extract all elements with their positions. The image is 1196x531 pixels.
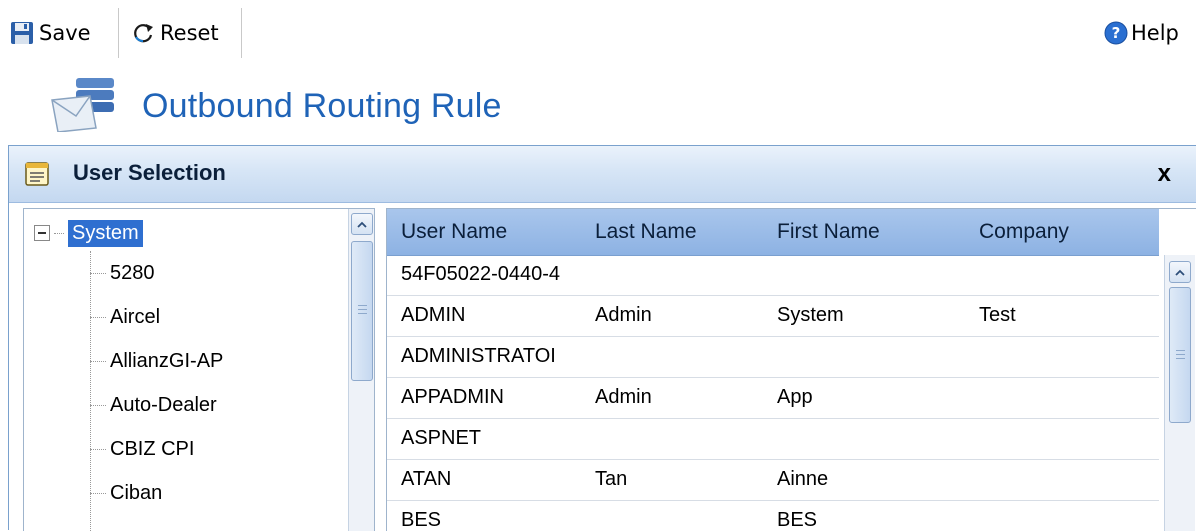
toolbar: Save Reset ? Help	[0, 0, 1196, 70]
page-header: Outbound Routing Rule	[50, 76, 502, 136]
cell-user-name: APPADMIN	[401, 386, 504, 408]
tree-connector	[90, 272, 106, 274]
cell-last-name: Admin	[595, 304, 652, 326]
tree-item-label: Auto-Dealer	[110, 393, 217, 416]
tree-item-label: CBIZ CPI	[110, 437, 195, 460]
cell-first-name: System	[777, 304, 844, 326]
tree-root[interactable]: System	[34, 213, 143, 253]
scroll-up-icon[interactable]	[351, 213, 373, 235]
tree-scrollbar[interactable]	[348, 209, 374, 531]
refresh-icon	[131, 21, 155, 45]
help-label: Help	[1131, 21, 1179, 45]
tree-connector	[90, 492, 106, 494]
tree-item[interactable]: AllianzGI-AP	[90, 341, 223, 381]
scroll-thumb[interactable]	[351, 241, 373, 381]
table-row[interactable]: ADMIN Admin System Test	[387, 296, 1159, 337]
save-label: Save	[39, 21, 91, 45]
cell-user-name: ASPNET	[401, 427, 482, 449]
tree-connector	[90, 316, 106, 318]
tree-item[interactable]: Auto-Dealer	[90, 385, 217, 425]
column-header-first-name[interactable]: First Name	[777, 220, 880, 244]
tree-item[interactable]: 5280	[90, 253, 155, 293]
help-button[interactable]: ? Help	[1104, 10, 1179, 56]
grid-scrollbar[interactable]	[1160, 255, 1196, 531]
cell-user-name: 54F05022-0440-4	[401, 263, 561, 285]
tree-panel: System 5280 Aircel AllianzGI-AP Auto-Dea…	[23, 208, 375, 531]
tree-item[interactable]: Aircel	[90, 297, 160, 337]
cell-user-name: BES	[401, 509, 442, 531]
toolbar-separator	[241, 8, 242, 58]
tree-root-label: System	[68, 219, 143, 247]
table-row[interactable]: ATAN Tan Ainne	[387, 460, 1159, 501]
reset-button[interactable]: Reset	[131, 10, 219, 56]
column-header-company[interactable]: Company	[979, 220, 1069, 244]
cell-last-name: Admin	[595, 386, 652, 408]
user-selection-dialog: User Selection x System 5280 Aircel Alli…	[8, 145, 1196, 531]
tree-connector	[90, 448, 106, 450]
cell-user-name: ADMIN	[401, 304, 466, 326]
column-header-user-name[interactable]: User Name	[401, 220, 507, 244]
tree-item-label: 5280	[110, 261, 155, 284]
toolbar-separator	[118, 8, 119, 58]
dialog-header: User Selection x	[9, 146, 1196, 203]
table-row[interactable]: 54F05022-0440-4	[387, 255, 1159, 296]
grid-scroll-track[interactable]	[1164, 255, 1195, 531]
cell-user-name: ADMINISTRATOI	[401, 345, 556, 367]
cell-first-name: Ainne	[777, 468, 829, 490]
collapse-icon[interactable]	[34, 225, 50, 241]
grid-header: User Name Last Name First Name Company	[387, 209, 1159, 256]
tree-connector	[90, 360, 106, 362]
dialog-title: User Selection	[73, 160, 226, 185]
cell-company: Test	[979, 304, 1016, 326]
question-circle-icon: ?	[1104, 21, 1128, 45]
cell-user-name: ATAN	[401, 468, 452, 490]
tree-item-label: AllianzGI-AP	[110, 349, 224, 372]
tree-item[interactable]: CBIZ CPI	[90, 429, 194, 469]
scroll-up-icon[interactable]	[1169, 261, 1191, 283]
table-row[interactable]: BES BES	[387, 501, 1159, 531]
cell-first-name: BES	[777, 509, 818, 531]
table-row[interactable]: ADMINISTRATOI	[387, 337, 1159, 378]
user-grid: User Name Last Name First Name Company 5…	[386, 208, 1196, 531]
tree-item[interactable]: Ciban	[90, 473, 162, 513]
cell-first-name: App	[777, 386, 813, 408]
mail-server-icon	[50, 76, 120, 136]
save-button[interactable]: Save	[10, 10, 91, 56]
cell-last-name: Tan	[595, 468, 628, 490]
window-form-icon	[25, 162, 49, 190]
floppy-disk-icon	[10, 21, 34, 45]
svg-text:?: ?	[1112, 24, 1121, 42]
column-header-last-name[interactable]: Last Name	[595, 220, 697, 244]
page-title: Outbound Routing Rule	[142, 86, 502, 125]
tree-connector	[54, 232, 64, 234]
reset-label: Reset	[160, 21, 219, 45]
table-row[interactable]: APPADMIN Admin App	[387, 378, 1159, 419]
tree-connector	[90, 404, 106, 406]
tree-item-label: Aircel	[110, 305, 161, 328]
tree-item-label: Ciban	[110, 481, 163, 504]
table-row[interactable]: ASPNET	[387, 419, 1159, 460]
scroll-thumb[interactable]	[1169, 287, 1191, 423]
close-icon[interactable]: x	[1158, 160, 1171, 188]
